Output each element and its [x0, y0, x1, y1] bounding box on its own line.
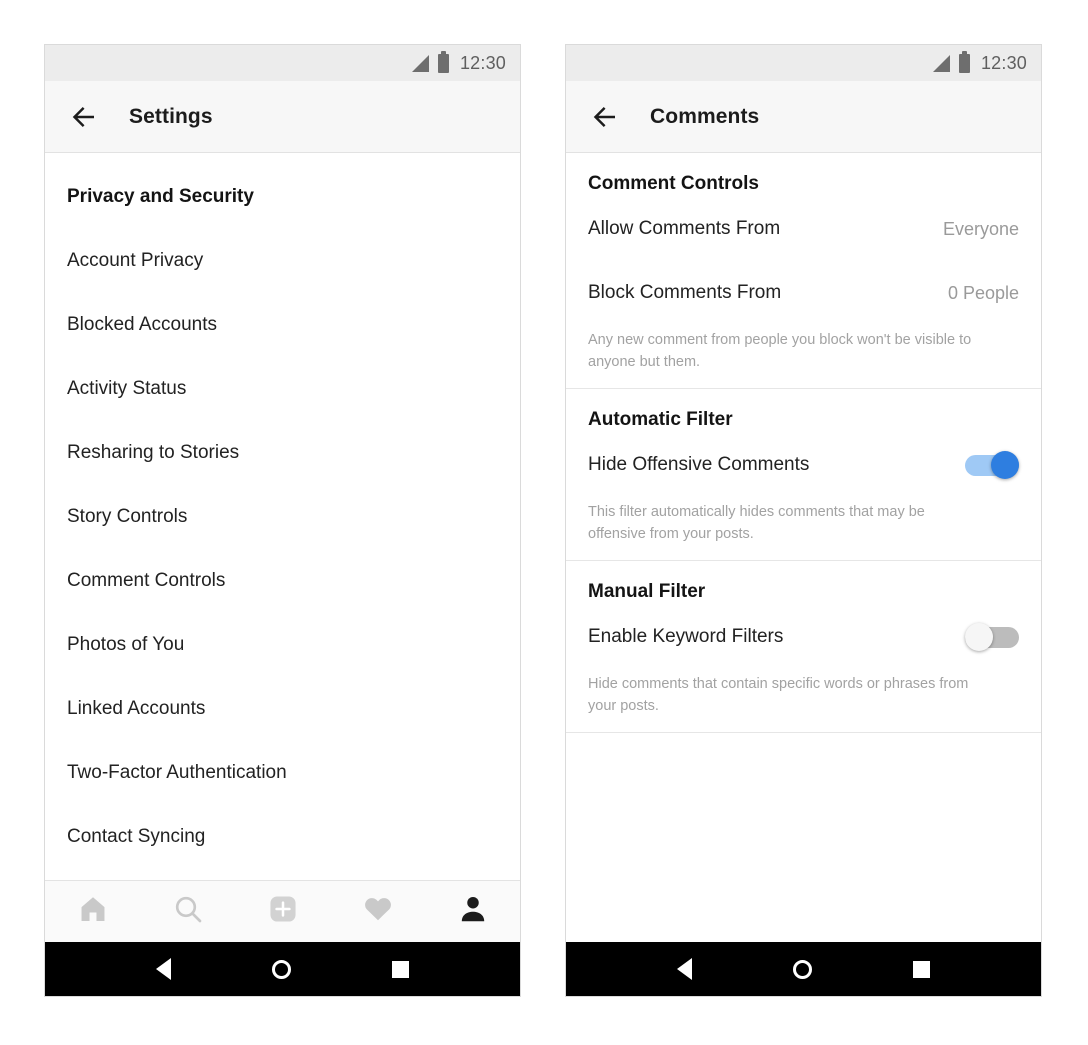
row-value: Everyone	[942, 218, 1019, 239]
screenshot-stage: 12:30 Settings Privacy and Security Acco…	[0, 0, 1088, 1045]
list-item[interactable]: Contact Syncing	[45, 805, 520, 869]
tab-profile[interactable]	[425, 881, 520, 942]
row-label: Block Comments From	[588, 282, 782, 303]
section-comment-controls: Comment Controls Allow Comments From Eve…	[566, 153, 1041, 389]
row-label: Allow Comments From	[588, 218, 781, 239]
list-item[interactable]: Photos of You	[45, 613, 520, 677]
toggle-thumb	[991, 450, 1019, 479]
plus-icon	[267, 893, 299, 930]
status-bar: 12:30	[566, 45, 1041, 81]
tab-home[interactable]	[45, 881, 140, 942]
row-value: 0 People	[947, 282, 1019, 303]
section-manual-filter: Manual Filter Enable Keyword Filters Hid…	[566, 561, 1041, 733]
battery-icon	[437, 50, 449, 73]
section-title: Manual Filter	[588, 580, 706, 602]
toggle-hide-offensive-comments[interactable]	[965, 450, 1019, 479]
section-note: Hide comments that contain specific word…	[588, 675, 969, 715]
bottom-tab-bar	[45, 880, 520, 942]
settings-section-header: Privacy and Security	[67, 186, 254, 207]
toggle-thumb	[965, 622, 993, 651]
row-block-comments-from[interactable]: Block Comments From 0 People	[566, 261, 1041, 325]
settings-list: Privacy and Security Account Privacy Blo…	[45, 153, 520, 933]
phone-screen-settings: 12:30 Settings Privacy and Security Acco…	[44, 44, 521, 997]
status-bar-icons: 12:30	[932, 50, 1027, 74]
tab-search[interactable]	[140, 881, 235, 942]
status-bar: 12:30	[45, 45, 520, 81]
status-bar-clock: 12:30	[980, 52, 1027, 73]
status-bar-clock: 12:30	[459, 52, 506, 73]
list-item[interactable]: Story Controls	[45, 485, 520, 549]
square-recents-icon[interactable]	[392, 960, 410, 978]
tab-create[interactable]	[235, 881, 330, 942]
search-icon	[172, 893, 204, 930]
list-item[interactable]: Linked Accounts	[45, 677, 520, 741]
list-item[interactable]: Resharing to Stories	[45, 421, 520, 485]
triangle-back-icon[interactable]	[155, 958, 171, 980]
toggle-enable-keyword-filters[interactable]	[965, 622, 1019, 651]
profile-icon	[457, 893, 489, 930]
app-bar-comments: Comments	[566, 81, 1041, 153]
row-hide-offensive-comments[interactable]: Hide Offensive Comments	[566, 433, 1041, 497]
triangle-back-icon[interactable]	[676, 958, 692, 980]
section-note: This filter automatically hides comments…	[588, 503, 925, 543]
circle-home-icon[interactable]	[792, 959, 812, 979]
section-title: Automatic Filter	[588, 408, 733, 430]
android-nav-bar	[45, 942, 520, 996]
phone-screen-comments: 12:30 Comments Comment Controls Allow Co…	[565, 44, 1042, 997]
back-arrow-icon[interactable]	[67, 100, 101, 134]
back-arrow-icon[interactable]	[588, 100, 622, 134]
list-item[interactable]: Activity Status	[45, 357, 520, 421]
list-item[interactable]: Account Privacy	[45, 229, 520, 293]
page-title: Comments	[650, 104, 760, 128]
section-note: Any new comment from people you block wo…	[588, 332, 972, 371]
status-bar-icons: 12:30	[411, 50, 506, 74]
row-allow-comments-from[interactable]: Allow Comments From Everyone	[566, 197, 1041, 261]
row-enable-keyword-filters[interactable]: Enable Keyword Filters	[566, 605, 1041, 669]
section-title: Comment Controls	[588, 173, 759, 194]
list-item[interactable]: Blocked Accounts	[45, 293, 520, 357]
row-label: Enable Keyword Filters	[588, 625, 784, 647]
list-item[interactable]: Two-Factor Authentication	[45, 741, 520, 805]
home-icon	[77, 893, 109, 930]
signal-bars-icon	[932, 54, 950, 72]
signal-bars-icon	[411, 54, 429, 72]
square-recents-icon[interactable]	[913, 960, 931, 978]
battery-icon	[958, 50, 970, 73]
list-item[interactable]: Comment Controls	[45, 549, 520, 613]
android-nav-bar	[566, 942, 1041, 996]
page-title: Settings	[129, 104, 213, 128]
tab-activity[interactable]	[330, 881, 425, 942]
section-automatic-filter: Automatic Filter Hide Offensive Comments…	[566, 389, 1041, 561]
row-label: Hide Offensive Comments	[588, 453, 810, 475]
comments-content: Comment Controls Allow Comments From Eve…	[566, 153, 1041, 942]
app-bar-settings: Settings	[45, 81, 520, 153]
heart-icon	[362, 893, 394, 930]
settings-content: Privacy and Security Account Privacy Blo…	[45, 153, 520, 942]
circle-home-icon[interactable]	[271, 959, 291, 979]
